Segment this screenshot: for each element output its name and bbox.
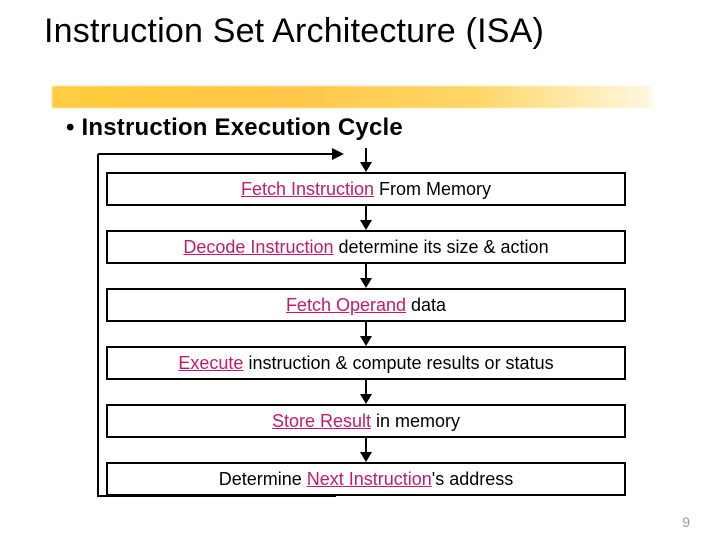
step-rest: in memory [371, 411, 460, 431]
step-fetch-operand: Fetch Operand data [106, 288, 626, 322]
step-rest: instruction & compute results or status [243, 353, 553, 373]
step-next-instruction: Determine Next Instruction's address [106, 462, 626, 496]
step-rest: determine its size & action [333, 237, 548, 257]
arrow-icon [86, 264, 646, 288]
slide-title: Instruction Set Architecture (ISA) [44, 12, 544, 51]
arrow-icon [86, 438, 646, 462]
arrow-icon [86, 148, 646, 172]
flowchart: Fetch Instruction From Memory Decode Ins… [86, 148, 646, 496]
section-subtitle: • Instruction Execution Cycle [66, 114, 403, 142]
step-keyword: Store Result [272, 411, 371, 431]
step-execute: Execute instruction & compute results or… [106, 346, 626, 380]
step-keyword: Next Instruction [307, 469, 432, 489]
arrow-icon [86, 380, 646, 404]
step-keyword: Decode Instruction [183, 237, 333, 257]
highlight-brush [52, 86, 652, 108]
arrow-icon [86, 206, 646, 230]
step-decode-instruction: Decode Instruction determine its size & … [106, 230, 626, 264]
step-store-result: Store Result in memory [106, 404, 626, 438]
step-pre: Determine [219, 469, 307, 489]
step-keyword: Fetch Instruction [241, 179, 374, 199]
arrow-icon [86, 322, 646, 346]
page-number: 9 [682, 514, 690, 530]
step-rest: data [406, 295, 446, 315]
step-rest: 's address [432, 469, 513, 489]
step-keyword: Fetch Operand [286, 295, 406, 315]
step-fetch-instruction: Fetch Instruction From Memory [106, 172, 626, 206]
step-keyword: Execute [178, 353, 243, 373]
step-rest: From Memory [374, 179, 491, 199]
